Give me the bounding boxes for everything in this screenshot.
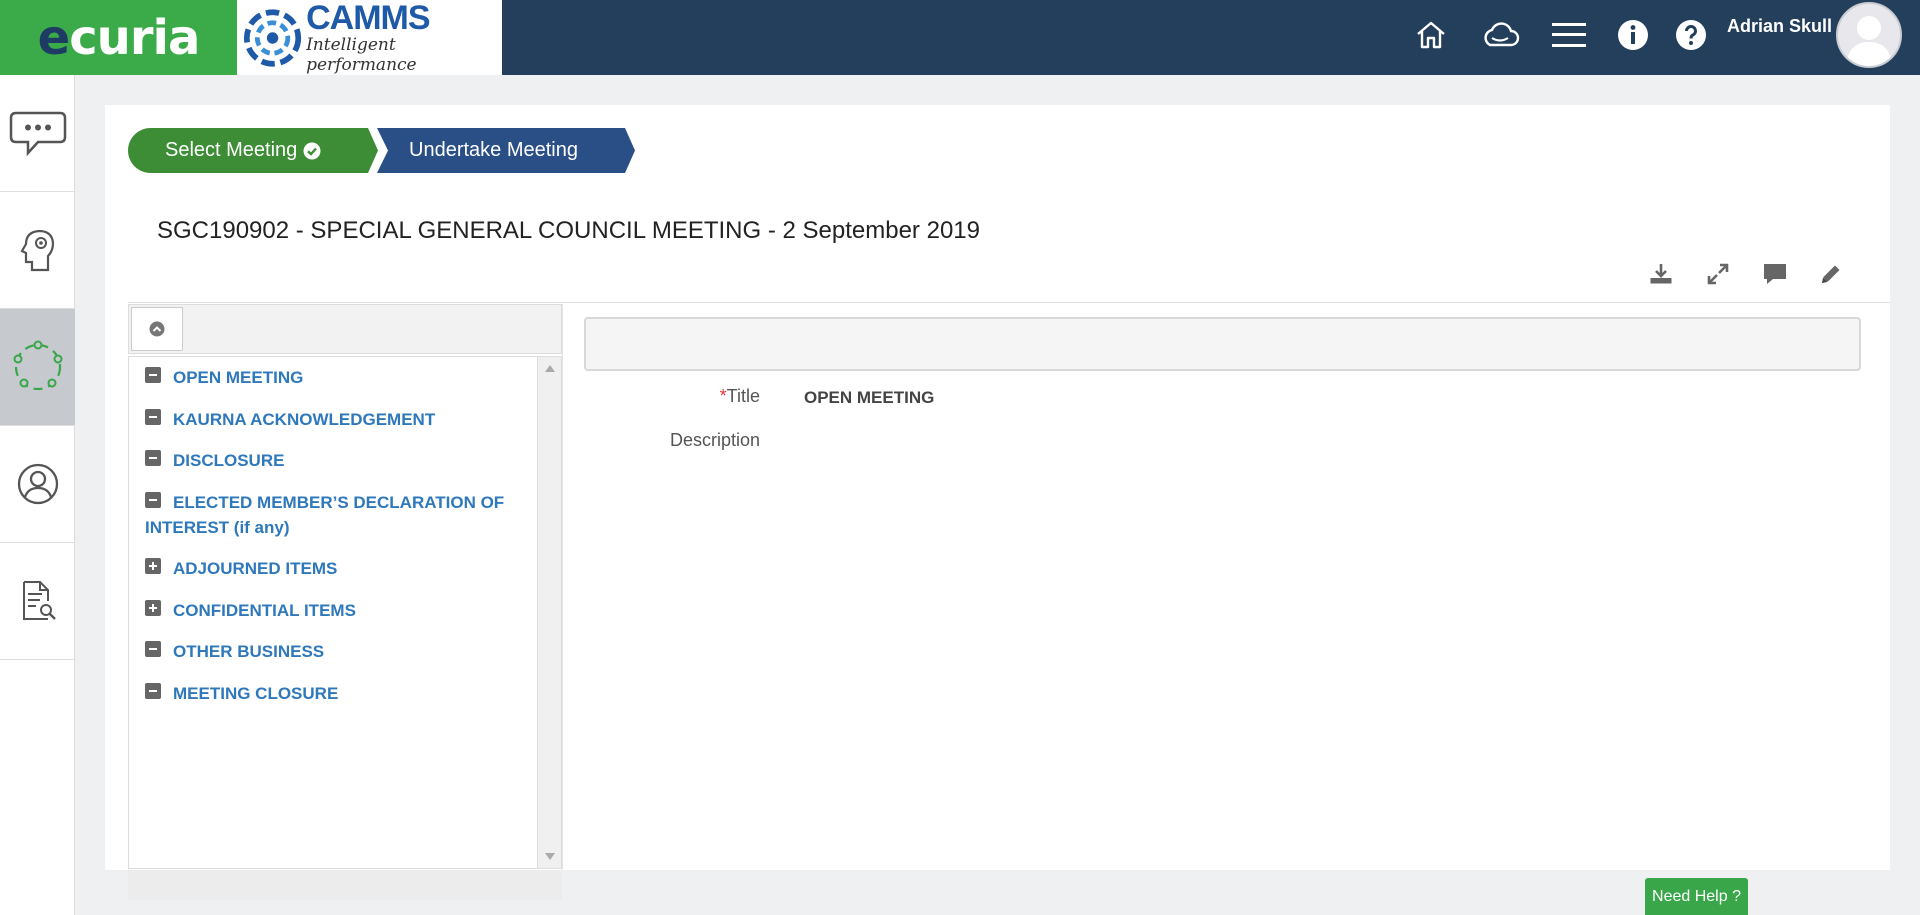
page-title: SGC190902 - SPECIAL GENERAL COUNCIL MEET… — [157, 217, 980, 244]
document-search-icon — [22, 581, 56, 620]
agenda-item-declaration[interactable]: ELECTED MEMBER’S DECLARATION OF INTEREST… — [145, 490, 535, 540]
agenda-item-other-business[interactable]: OTHER BUSINESS — [145, 639, 525, 664]
sidebar-item-process[interactable] — [0, 192, 75, 309]
camms-name: CAMMS — [306, 0, 430, 37]
bottom-strip — [75, 900, 1920, 915]
step-select-meeting[interactable]: Select Meeting — [128, 128, 378, 173]
scroll-up-icon[interactable] — [545, 365, 555, 372]
help-icon[interactable] — [1671, 15, 1711, 55]
collapse-button[interactable] — [131, 307, 183, 351]
expand-toggle-icon[interactable] — [145, 557, 161, 574]
side-nav — [0, 75, 75, 915]
menu-icon[interactable] — [1549, 15, 1589, 55]
user-circle-icon — [17, 463, 58, 505]
agenda-item-label: ELECTED MEMBER’S DECLARATION OF INTEREST… — [145, 493, 505, 537]
sidebar-item-profile[interactable] — [0, 426, 75, 543]
agenda-item-meeting-closure[interactable]: MEETING CLOSURE — [145, 681, 525, 706]
agenda-item-kaurna[interactable]: KAURNA ACKNOWLEDGEMENT — [145, 407, 525, 432]
agenda-item-label: KAURNA ACKNOWLEDGEMENT — [173, 410, 436, 429]
divider — [128, 302, 1890, 303]
top-bar: ecuria CAMMS Intelligent performance Adr… — [0, 0, 1920, 75]
agenda-item-adjourned[interactable]: ADJOURNED ITEMS — [145, 556, 525, 581]
download-icon[interactable] — [1645, 258, 1677, 290]
sidebar-item-meetings[interactable] — [0, 309, 75, 426]
agenda-item-label: DISCLOSURE — [173, 451, 285, 470]
expand-toggle-icon[interactable] — [145, 599, 161, 616]
comment-icon[interactable] — [1759, 258, 1791, 290]
user-name[interactable]: Adrian Skull — [1727, 16, 1832, 37]
home-icon[interactable] — [1411, 15, 1451, 55]
need-help-button[interactable]: Need Help ? — [1645, 878, 1748, 915]
description-label: Description — [669, 430, 760, 450]
ecuria-logo[interactable]: ecuria — [0, 0, 237, 75]
expand-icon[interactable] — [1702, 258, 1734, 290]
ecuria-logo-text: ecuria — [37, 9, 201, 66]
camms-swirl-icon — [243, 8, 302, 67]
agenda-item-open-meeting[interactable]: OPEN MEETING — [145, 365, 525, 390]
agenda-scrollbar[interactable] — [537, 356, 562, 869]
collapse-toggle-icon[interactable] — [145, 491, 161, 508]
info-icon[interactable] — [1613, 15, 1653, 55]
title-value: OPEN MEETING — [804, 388, 935, 407]
required-marker: * — [719, 386, 727, 406]
avatar[interactable] — [1836, 2, 1902, 68]
camms-logo: CAMMS Intelligent performance — [237, 0, 502, 75]
collapse-toggle-icon[interactable] — [145, 449, 161, 466]
chat-bubble-icon — [9, 111, 66, 157]
camms-tagline: Intelligent performance — [306, 34, 417, 75]
step-undertake-meeting[interactable]: Undertake Meeting — [377, 128, 635, 173]
edit-icon[interactable] — [1815, 258, 1847, 290]
collapse-toggle-icon[interactable] — [145, 682, 161, 699]
agenda-item-label: OTHER BUSINESS — [173, 642, 325, 661]
agenda-item-label: CONFIDENTIAL ITEMS — [173, 601, 356, 620]
step-undertake-meeting-label: Undertake Meeting — [409, 139, 578, 161]
sidebar-item-chat[interactable] — [0, 75, 75, 192]
agenda-item-label: OPEN MEETING — [173, 368, 304, 387]
step-select-meeting-label: Select Meeting — [165, 139, 298, 161]
head-gear-icon — [19, 229, 54, 272]
sidebar-item-search-docs[interactable] — [0, 543, 75, 660]
cloud-icon[interactable] — [1480, 15, 1520, 55]
scroll-down-icon[interactable] — [545, 853, 555, 860]
collapse-toggle-icon[interactable] — [145, 640, 161, 657]
agenda-item-label: MEETING CLOSURE — [173, 684, 339, 703]
title-label-text: Title — [726, 386, 760, 406]
chevron-up-icon — [149, 321, 165, 337]
check-circle-icon — [303, 142, 321, 159]
agenda-item-label: ADJOURNED ITEMS — [173, 559, 338, 578]
cycle-icon — [13, 340, 62, 391]
agenda-item-disclosure[interactable]: DISCLOSURE — [145, 448, 525, 473]
agenda-tree-header — [128, 304, 562, 354]
collapse-toggle-icon[interactable] — [145, 366, 161, 383]
agenda-item-confidential[interactable]: CONFIDENTIAL ITEMS — [145, 598, 525, 623]
detail-header-bar — [584, 317, 1861, 371]
agenda-tree-footer — [128, 870, 562, 900]
collapse-toggle-icon[interactable] — [145, 408, 161, 425]
title-label: *Title — [560, 386, 760, 407]
